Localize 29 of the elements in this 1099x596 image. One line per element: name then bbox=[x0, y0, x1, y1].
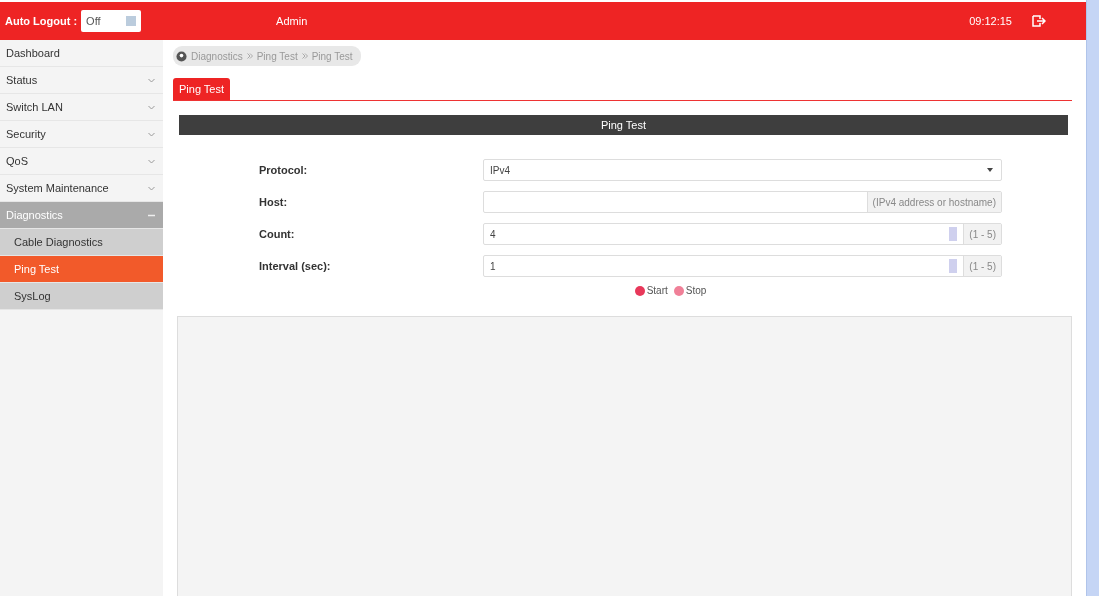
field-hint: (1 - 5) bbox=[963, 224, 1001, 244]
sidebar-item[interactable]: Cable Diagnostics bbox=[0, 229, 163, 256]
spinner-icon[interactable] bbox=[949, 259, 958, 273]
circle-icon bbox=[673, 285, 684, 296]
stop-button[interactable]: Stop bbox=[673, 285, 707, 296]
select-field[interactable]: IPv4 bbox=[483, 159, 1002, 181]
spinner-icon[interactable] bbox=[949, 227, 958, 241]
field-hint: (1 - 5) bbox=[963, 256, 1001, 276]
chevron-right-icon bbox=[301, 53, 308, 59]
scrollbar[interactable] bbox=[1086, 0, 1099, 596]
field-label: Interval (sec): bbox=[259, 260, 332, 272]
number-field[interactable]: 1 (1 - 5) bbox=[483, 255, 1002, 277]
panel-title: Ping Test bbox=[179, 115, 1068, 135]
circle-icon bbox=[634, 285, 645, 296]
start-button[interactable]: Start bbox=[634, 285, 668, 296]
user-name: Admin bbox=[276, 15, 308, 27]
auto-logout-label: Auto Logout : bbox=[5, 15, 78, 27]
field-label: Count: bbox=[259, 228, 296, 240]
field-hint: (IPv4 address or hostname) bbox=[866, 192, 1001, 212]
logout-icon[interactable] bbox=[1032, 15, 1046, 27]
sidebar-item[interactable]: SysLog bbox=[0, 283, 163, 310]
number-field[interactable]: 4 (1 - 5) bbox=[483, 223, 1002, 245]
field-label: Host: bbox=[259, 196, 289, 208]
auto-logout-select[interactable]: Off bbox=[81, 10, 142, 32]
chevron-right-icon bbox=[246, 53, 253, 59]
field-label: Protocol: bbox=[259, 164, 309, 176]
clock-time: 09:12:15 bbox=[969, 15, 1012, 27]
pin-icon bbox=[176, 50, 187, 62]
tab[interactable]: Ping Test bbox=[173, 78, 231, 100]
